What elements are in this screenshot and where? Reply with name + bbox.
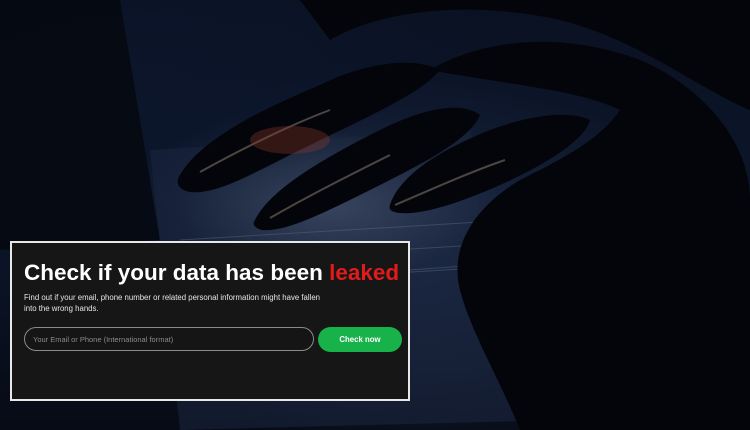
data-leak-check-page: Check if your data has been leaked Find … — [0, 0, 750, 430]
panel-title-main: Check if your data has been — [24, 260, 330, 285]
panel-title-highlight: leaked — [329, 260, 400, 285]
check-now-button[interactable]: Check now — [318, 327, 402, 352]
leak-check-panel: Check if your data has been leaked Find … — [10, 241, 410, 401]
panel-title: Check if your data has been leaked — [24, 259, 399, 287]
laptop-screen-edge — [0, 0, 160, 250]
panel-description: Find out if your email, phone number or … — [24, 293, 321, 313]
finger-glow — [250, 126, 330, 154]
email-phone-input[interactable] — [24, 327, 314, 351]
